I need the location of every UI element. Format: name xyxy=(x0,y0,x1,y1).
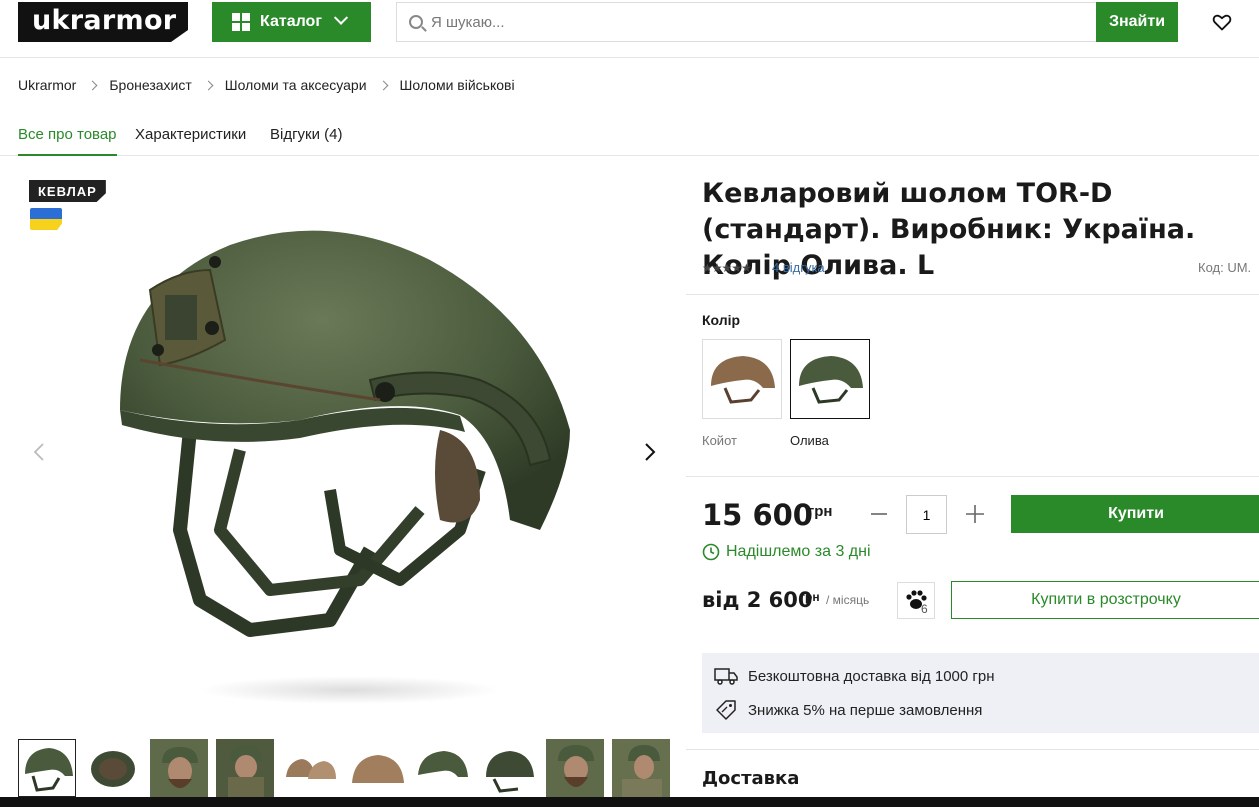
shipping-note: Надішлемо за 3 дні xyxy=(702,543,871,561)
ukraine-flag-icon xyxy=(30,208,62,230)
reviews-link[interactable]: 4 відгука xyxy=(772,260,825,275)
installment-period: / місяць xyxy=(826,593,870,607)
breadcrumb-item[interactable]: Ukrarmor xyxy=(18,77,76,93)
installment-price: від 2 600 xyxy=(702,588,813,612)
rating-stars: ★★★★★ xyxy=(702,261,752,275)
color-swatch-olive[interactable] xyxy=(790,339,870,419)
chevron-right-icon[interactable] xyxy=(640,442,660,462)
site-logo[interactable]: ukrarmor xyxy=(18,2,188,42)
color-label: Колір xyxy=(702,312,741,328)
color-swatch-coyote[interactable] xyxy=(702,339,782,419)
shipping-note-text: Надішлемо за 3 дні xyxy=(726,543,871,560)
chevron-right-icon xyxy=(87,80,98,90)
promo-row: Безкоштовна доставка від 1000 грн xyxy=(714,666,995,686)
quantity-input[interactable] xyxy=(906,495,947,534)
product-image xyxy=(120,230,570,704)
promo-box: Безкоштовна доставка від 1000 грн Знижка… xyxy=(702,653,1259,733)
color-name: Койот xyxy=(702,433,737,448)
promo-text: Знижка 5% на перше замовлення xyxy=(748,701,983,719)
breadcrumb: Ukrarmor Бронезахист Шоломи та аксесуари… xyxy=(18,77,515,93)
discount-tag-icon xyxy=(716,700,736,720)
breadcrumb-item[interactable]: Шоломи та аксесуари xyxy=(225,77,367,93)
site-header: ukrarmor Каталог Знайти xyxy=(0,0,1259,58)
minus-icon[interactable] xyxy=(869,502,889,526)
chevron-down-icon xyxy=(333,10,349,25)
divider xyxy=(686,749,1259,750)
thumbnail[interactable] xyxy=(546,739,604,797)
plus-icon[interactable] xyxy=(964,502,986,526)
taskbar-strip xyxy=(0,797,1259,807)
thumbnail[interactable] xyxy=(150,739,208,797)
price: 15 600 xyxy=(702,498,813,532)
thumbnail[interactable] xyxy=(18,739,76,797)
installment-count: 6 xyxy=(921,602,928,616)
installment-button[interactable]: Купити в розстрочку xyxy=(951,581,1259,619)
breadcrumb-item[interactable]: Шоломи військові xyxy=(400,77,515,93)
installment-provider[interactable] xyxy=(897,582,935,619)
material-badge: КЕВЛАР xyxy=(29,180,106,202)
tab-reviews[interactable]: Відгуки (4) xyxy=(270,126,343,156)
tab-about[interactable]: Все про товар xyxy=(18,126,117,156)
color-name: Олива xyxy=(790,433,829,448)
price-currency: грн xyxy=(808,503,833,520)
thumbnail[interactable] xyxy=(480,739,538,797)
promo-row: Знижка 5% на перше замовлення xyxy=(714,699,982,721)
breadcrumb-item[interactable]: Бронезахист xyxy=(109,77,191,93)
grid-icon xyxy=(232,13,250,31)
chevron-right-icon xyxy=(378,80,388,90)
chevron-right-icon xyxy=(203,80,214,90)
chevron-left-icon[interactable] xyxy=(30,442,50,462)
thumbnail[interactable] xyxy=(84,739,142,797)
thumbnail[interactable] xyxy=(414,739,472,797)
promo-text: Безкоштовна доставка від 1000 грн xyxy=(748,667,995,685)
thumbnail[interactable] xyxy=(348,739,406,797)
search-button[interactable]: Знайти xyxy=(1096,2,1178,42)
heart-icon[interactable] xyxy=(1212,12,1232,32)
paw-icon xyxy=(906,590,927,609)
product-code: Код: UM. xyxy=(1198,260,1252,275)
product-tabs: Все про товар Характеристики Відгуки (4) xyxy=(0,118,1259,156)
tab-specs[interactable]: Характеристики xyxy=(135,126,246,156)
thumbnail[interactable] xyxy=(282,739,340,797)
truck-icon xyxy=(714,668,738,685)
catalog-button[interactable]: Каталог xyxy=(212,2,371,42)
thumbnail[interactable] xyxy=(612,739,670,797)
search-box xyxy=(396,2,1096,42)
clock-icon xyxy=(702,543,720,561)
divider xyxy=(686,294,1259,295)
catalog-label: Каталог xyxy=(260,13,322,30)
buy-button[interactable]: Купити xyxy=(1011,495,1259,533)
installment-currency: грн xyxy=(800,590,820,604)
thumbnail[interactable] xyxy=(216,739,274,797)
search-input[interactable] xyxy=(431,13,1031,31)
delivery-heading: Доставка xyxy=(702,768,800,789)
divider xyxy=(686,476,1259,477)
search-icon xyxy=(409,15,423,29)
thumbnail-strip xyxy=(18,739,678,797)
